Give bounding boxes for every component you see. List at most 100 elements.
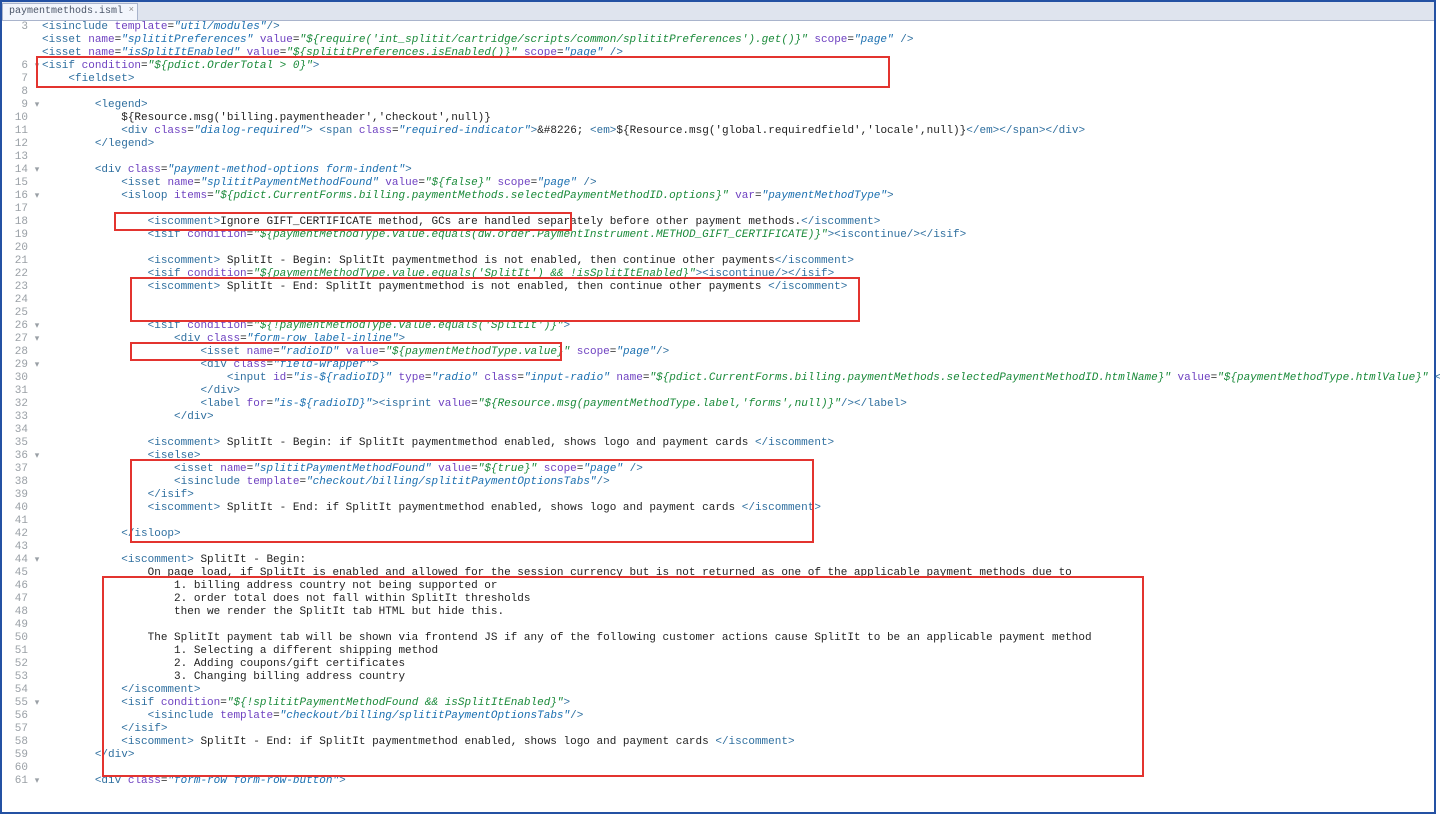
fold-icon[interactable]: ▾ <box>32 333 42 346</box>
code-text[interactable]: <input id="is-${radioID}" type="radio" c… <box>42 372 1440 385</box>
code-text[interactable]: <isinclude template="checkout/billing/sp… <box>42 710 1434 723</box>
code-line[interactable]: 55▾ <isif condition="${!splititPaymentMe… <box>2 697 1434 710</box>
code-line[interactable]: 41 <box>2 515 1434 528</box>
code-text[interactable]: </isloop> <box>42 528 1434 541</box>
code-text[interactable]: <iscomment> SplitIt - End: if SplitIt pa… <box>42 502 1434 515</box>
code-line[interactable]: 20 <box>2 242 1434 255</box>
code-text[interactable]: </isif> <box>42 723 1434 736</box>
fold-icon[interactable]: ▾ <box>32 99 42 112</box>
code-text[interactable]: <iscomment>Ignore GIFT_CERTIFICATE metho… <box>42 216 1434 229</box>
code-text[interactable]: <isset name="splititPreferences" value="… <box>42 34 1434 47</box>
code-text[interactable]: 1. Selecting a different shipping method <box>42 645 1434 658</box>
code-text[interactable]: <isif condition="${paymentMethodType.val… <box>42 268 1434 281</box>
code-line[interactable]: 37 <isset name="splititPaymentMethodFoun… <box>2 463 1434 476</box>
code-line[interactable]: 8 <box>2 86 1434 99</box>
code-line[interactable]: 43 <box>2 541 1434 554</box>
code-text[interactable]: <isif condition="${!splititPaymentMethod… <box>42 697 1434 710</box>
code-line[interactable]: <isset name="splititPreferences" value="… <box>2 34 1434 47</box>
code-line[interactable]: 47 2. order total does not fall within S… <box>2 593 1434 606</box>
code-text[interactable]: <isif condition="${paymentMethodType.val… <box>42 229 1434 242</box>
code-text[interactable]: <iscomment> SplitIt - End: if SplitIt pa… <box>42 736 1434 749</box>
code-line[interactable]: 23 <iscomment> SplitIt - End: SplitIt pa… <box>2 281 1434 294</box>
code-line[interactable]: 34 <box>2 424 1434 437</box>
code-text[interactable]: </div> <box>42 385 1434 398</box>
code-line[interactable]: 26▾ <isif condition="${!paymentMethodTyp… <box>2 320 1434 333</box>
fold-icon[interactable]: ▾ <box>32 359 42 372</box>
code-text[interactable]: then we render the SplitIt tab HTML but … <box>42 606 1434 619</box>
code-line[interactable]: 61▾ <div class="form-row form-row-button… <box>2 775 1434 788</box>
code-line[interactable]: <isset name="isSplitItEnabled" value="${… <box>2 47 1434 60</box>
close-icon[interactable]: × <box>129 5 134 15</box>
code-line[interactable]: 21 <iscomment> SplitIt - Begin: SplitIt … <box>2 255 1434 268</box>
code-line[interactable]: 29▾ <div class="field-wrapper"> <box>2 359 1434 372</box>
code-line[interactable]: 35 <iscomment> SplitIt - Begin: if Split… <box>2 437 1434 450</box>
code-line[interactable]: 53 3. Changing billing address country <box>2 671 1434 684</box>
code-line[interactable]: 44▾ <iscomment> SplitIt - Begin: <box>2 554 1434 567</box>
code-line[interactable]: 40 <iscomment> SplitIt - End: if SplitIt… <box>2 502 1434 515</box>
code-line[interactable]: 58 <iscomment> SplitIt - End: if SplitIt… <box>2 736 1434 749</box>
code-text[interactable]: <div class="form-row form-row-button"> <box>42 775 1434 788</box>
code-line[interactable]: 13 <box>2 151 1434 164</box>
code-text[interactable]: <isset name="splititPaymentMethodFound" … <box>42 463 1434 476</box>
code-line[interactable]: 32 <label for="is-${radioID}"><isprint v… <box>2 398 1434 411</box>
code-editor[interactable]: 3<isinclude template="util/modules"/> <i… <box>2 21 1434 788</box>
code-text[interactable]: </div> <box>42 749 1434 762</box>
code-text[interactable]: <isloop items="${pdict.CurrentForms.bill… <box>42 190 1434 203</box>
code-text[interactable]: <iscomment> SplitIt - Begin: SplitIt pay… <box>42 255 1434 268</box>
code-line[interactable]: 60 <box>2 762 1434 775</box>
code-text[interactable]: <legend> <box>42 99 1434 112</box>
code-text[interactable]: <div class="payment-method-options form-… <box>42 164 1434 177</box>
code-text[interactable]: <div class="form-row label-inline"> <box>42 333 1434 346</box>
code-text[interactable]: </legend> <box>42 138 1434 151</box>
code-line[interactable]: 31 </div> <box>2 385 1434 398</box>
code-text[interactable]: <isif condition="${!paymentMethodType.va… <box>42 320 1434 333</box>
fold-icon[interactable]: ▾ <box>32 60 42 73</box>
code-text[interactable]: 1. billing address country not being sup… <box>42 580 1434 593</box>
code-text[interactable]: <iscomment> SplitIt - Begin: <box>42 554 1434 567</box>
code-line[interactable]: 17 <box>2 203 1434 216</box>
code-text[interactable]: <isinclude template="checkout/billing/sp… <box>42 476 1434 489</box>
code-line[interactable]: 51 1. Selecting a different shipping met… <box>2 645 1434 658</box>
code-line[interactable]: 9▾ <legend> <box>2 99 1434 112</box>
code-text[interactable]: <fieldset> <box>42 73 1434 86</box>
code-text[interactable]: <iscomment> SplitIt - End: SplitIt payme… <box>42 281 1434 294</box>
code-text[interactable]: 2. order total does not fall within Spli… <box>42 593 1434 606</box>
code-line[interactable]: 22 <isif condition="${paymentMethodType.… <box>2 268 1434 281</box>
code-text[interactable]: 2. Adding coupons/gift certificates <box>42 658 1434 671</box>
fold-icon[interactable]: ▾ <box>32 320 42 333</box>
code-text[interactable]: <isif condition="${pdict.OrderTotal > 0}… <box>42 60 1434 73</box>
code-text[interactable]: <isset name="isSplitItEnabled" value="${… <box>42 47 1434 60</box>
code-line[interactable]: 42 </isloop> <box>2 528 1434 541</box>
code-line[interactable]: 25 <box>2 307 1434 320</box>
code-text[interactable]: </isif> <box>42 489 1434 502</box>
code-line[interactable]: 50 The SplitIt payment tab will be shown… <box>2 632 1434 645</box>
code-line[interactable]: 18 <iscomment>Ignore GIFT_CERTIFICATE me… <box>2 216 1434 229</box>
code-text[interactable]: <iselse> <box>42 450 1434 463</box>
code-line[interactable]: 6▾<isif condition="${pdict.OrderTotal > … <box>2 60 1434 73</box>
code-line[interactable]: 54 </iscomment> <box>2 684 1434 697</box>
code-text[interactable]: </iscomment> <box>42 684 1434 697</box>
code-text[interactable]: <div class="dialog-required"> <span clas… <box>42 125 1434 138</box>
code-line[interactable]: 19 <isif condition="${paymentMethodType.… <box>2 229 1434 242</box>
code-line[interactable]: 59 </div> <box>2 749 1434 762</box>
file-tab[interactable]: paymentmethods.isml × <box>2 3 138 20</box>
code-line[interactable]: 52 2. Adding coupons/gift certificates <box>2 658 1434 671</box>
code-text[interactable]: <iscomment> SplitIt - Begin: if SplitIt … <box>42 437 1434 450</box>
code-line[interactable]: 16▾ <isloop items="${pdict.CurrentForms.… <box>2 190 1434 203</box>
code-line[interactable]: 30 <input id="is-${radioID}" type="radio… <box>2 372 1434 385</box>
code-text[interactable]: <label for="is-${radioID}"><isprint valu… <box>42 398 1434 411</box>
code-line[interactable]: 10 ${Resource.msg('billing.paymentheader… <box>2 112 1434 125</box>
code-line[interactable]: 12 </legend> <box>2 138 1434 151</box>
fold-icon[interactable]: ▾ <box>32 554 42 567</box>
code-text[interactable]: <isset name="splititPaymentMethodFound" … <box>42 177 1434 190</box>
code-text[interactable]: On page load, if SplitIt is enabled and … <box>42 567 1434 580</box>
code-line[interactable]: 36▾ <iselse> <box>2 450 1434 463</box>
code-text[interactable]: <isinclude template="util/modules"/> <box>42 21 1434 34</box>
code-line[interactable]: 27▾ <div class="form-row label-inline"> <box>2 333 1434 346</box>
code-line[interactable]: 48 then we render the SplitIt tab HTML b… <box>2 606 1434 619</box>
code-text[interactable]: </div> <box>42 411 1434 424</box>
code-text[interactable]: 3. Changing billing address country <box>42 671 1434 684</box>
code-line[interactable]: 46 1. billing address country not being … <box>2 580 1434 593</box>
code-text[interactable]: The SplitIt payment tab will be shown vi… <box>42 632 1434 645</box>
code-line[interactable]: 49 <box>2 619 1434 632</box>
